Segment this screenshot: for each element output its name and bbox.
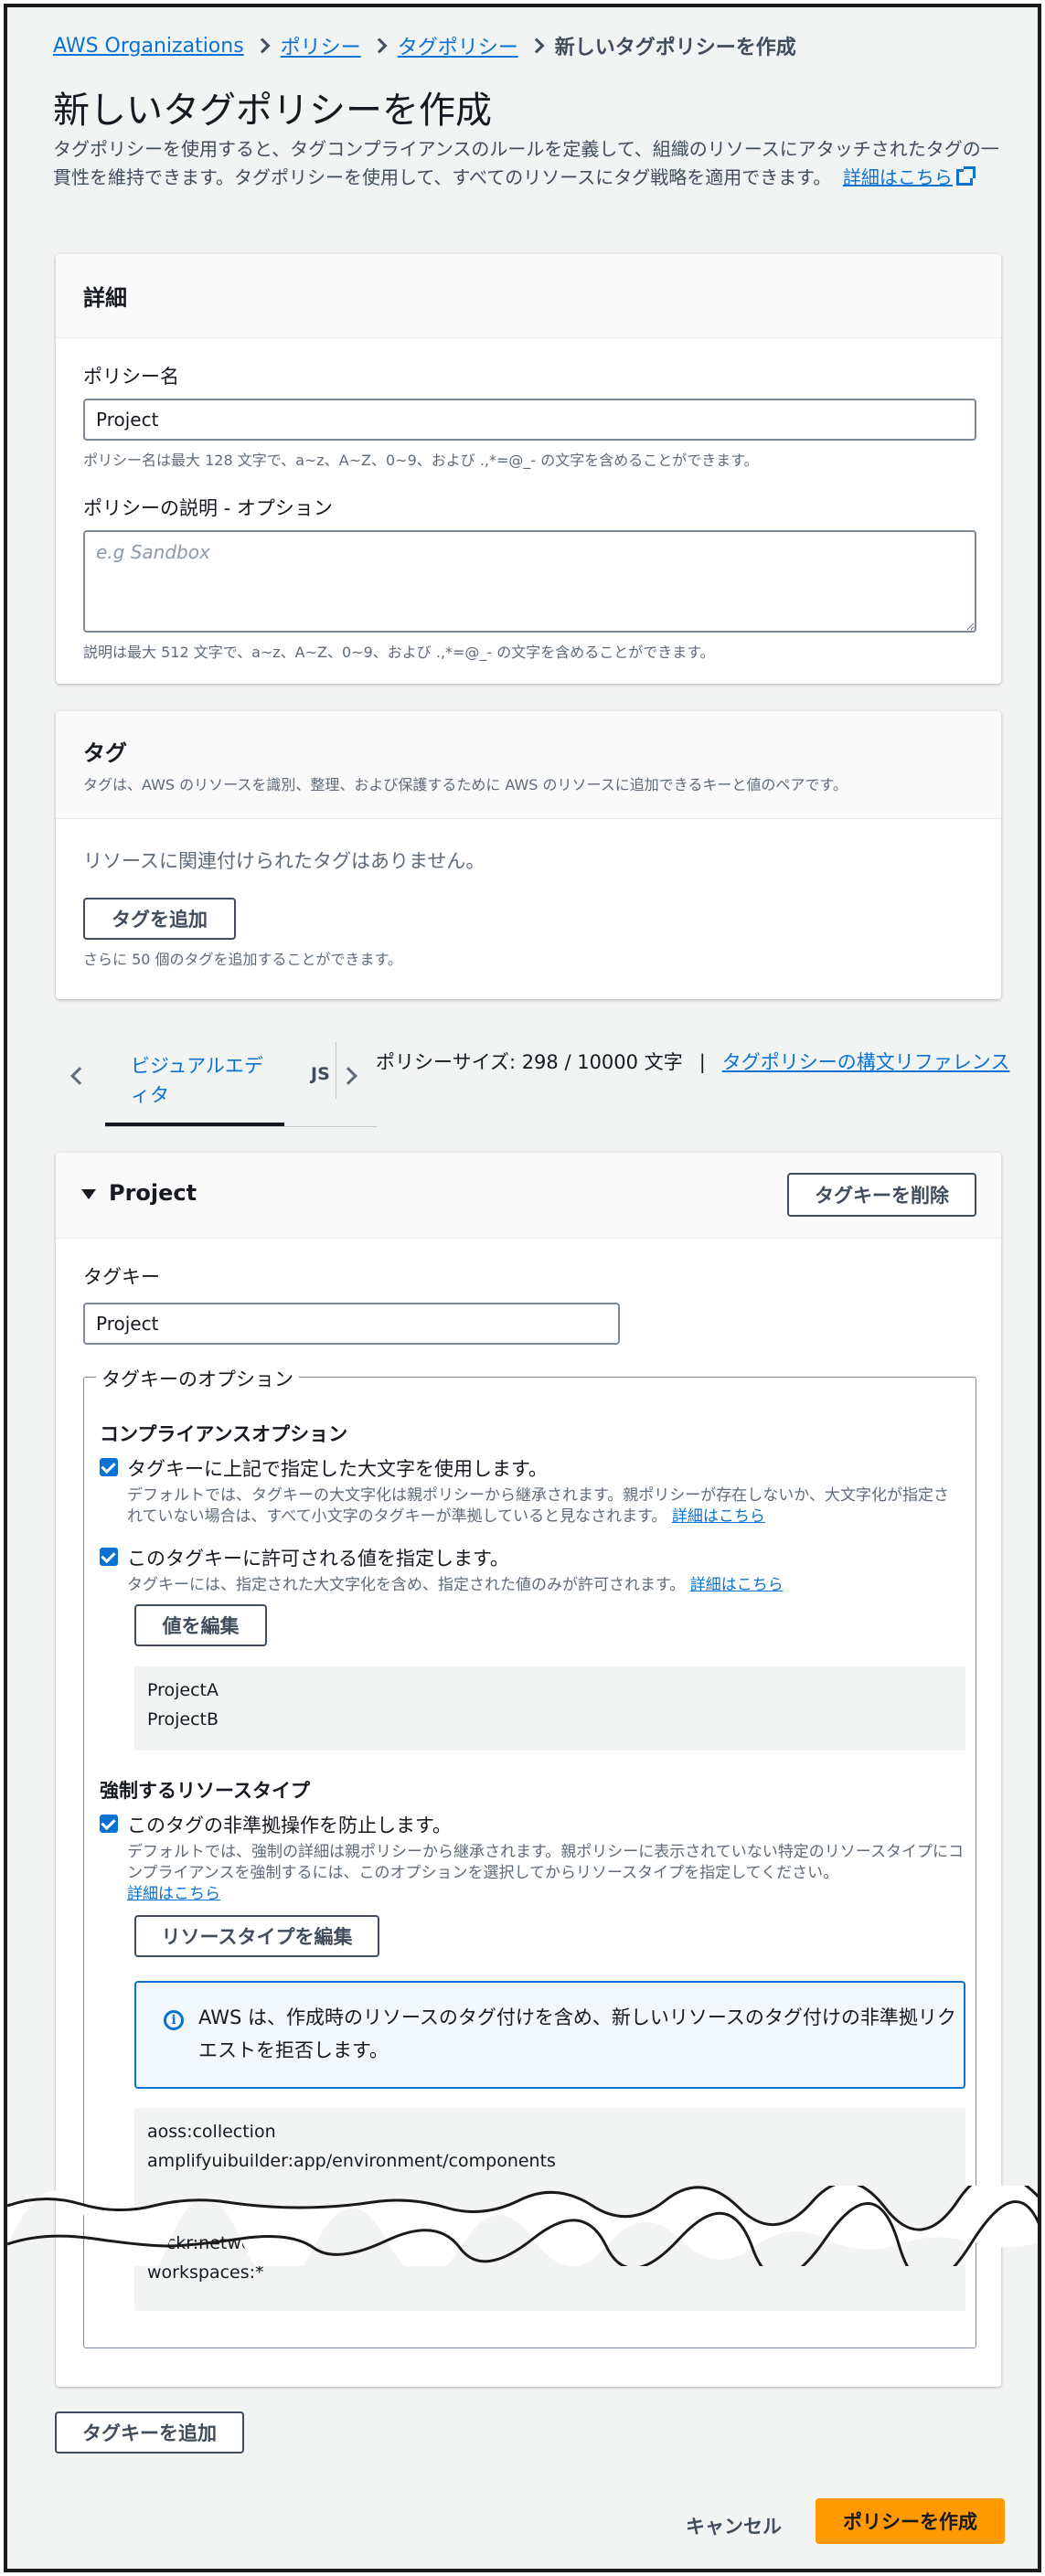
allowed-value: ProjectA	[147, 1680, 219, 1700]
chevron-left-icon[interactable]	[70, 1067, 89, 1085]
details-title: 詳細	[83, 285, 127, 311]
policy-size: ポリシーサイズ: 298 / 10000 文字 | タグポリシーの構文リファレンス	[376, 1048, 1009, 1075]
use-capitalization-checkbox[interactable]	[100, 1458, 118, 1476]
allowed-values-box: ProjectA ProjectB	[134, 1666, 965, 1751]
tags-panel: タグ タグは、AWS のリソースを識別、整理、および保護するために AWS のリ…	[56, 711, 1001, 999]
chevron-right-icon[interactable]	[339, 1067, 357, 1085]
policy-name-label: ポリシー名	[83, 366, 179, 388]
page-title: 新しいタグポリシーを作成	[53, 90, 492, 132]
chevron-right-icon	[528, 37, 545, 54]
syntax-reference-link[interactable]: タグポリシーの構文リファレンス	[722, 1051, 1010, 1073]
page-description: タグポリシーを使用すると、タグコンプライアンスのルールを定義して、組織のリソース…	[53, 135, 1004, 192]
torn-edge-separator	[7, 2186, 1038, 2266]
allowed-value: ProjectB	[147, 1709, 219, 1730]
prevent-noncompliant-label[interactable]: このタグの非準拠操作を防止します。	[127, 1811, 452, 1838]
external-link-icon	[955, 166, 976, 186]
tagkey-header: Project タグキーを削除	[56, 1153, 1001, 1239]
allowed-values-desc: タグキーには、指定された大文字化を含め、指定された値のみが許可されます。 詳細は…	[127, 1575, 964, 1596]
policy-description-input[interactable]	[83, 530, 976, 633]
policy-description-hint: 説明は最大 512 文字で、a~z、A~Z、0~9、および .,*=@_- の文…	[83, 644, 715, 661]
prevent-noncompliant-checkbox[interactable]	[100, 1815, 118, 1833]
policy-size-text: ポリシーサイズ: 298 / 10000 文字	[376, 1051, 683, 1073]
use-capitalization-label[interactable]: タグキーに上記で指定した大文字を使用します。	[127, 1454, 548, 1482]
enforce-resource-types-title: 強制するリソースタイプ	[100, 1780, 310, 1802]
caret-down-icon[interactable]	[81, 1189, 96, 1199]
policy-name-hint: ポリシー名は最大 128 文字で、a~z、A~Z、0~9、および .,*=@_-…	[83, 452, 759, 469]
browser-frame: AWS Organizations ポリシー タグポリシー 新しいタグポリシーを…	[4, 4, 1041, 2572]
tagkey-label: タグキー	[83, 1266, 160, 1288]
info-icon: i	[164, 2010, 184, 2030]
tab-visual-editor[interactable]: ビジュアルエディタ	[105, 1042, 284, 1126]
learn-more-link[interactable]: 詳細はこちら	[843, 166, 953, 188]
remove-tagkey-button[interactable]: タグキーを削除	[787, 1173, 976, 1217]
chevron-right-icon	[371, 37, 388, 54]
chevron-right-icon	[254, 37, 271, 54]
info-alert-text: AWS は、作成時のリソースのタグ付けを含め、新しいリソースのタグ付けの非準拠リ…	[198, 2007, 956, 2061]
edit-resource-types-button[interactable]: リソースタイプを編集	[134, 1915, 379, 1957]
tab-visual-editor-label: ビジュアルエディタ	[131, 1055, 263, 1106]
prevent-noncompliant-learn-more[interactable]: 詳細はこちら	[127, 1885, 220, 1903]
details-header: 詳細	[56, 254, 1001, 338]
size-separator: |	[698, 1051, 706, 1073]
info-alert: i AWS は、作成時のリソースのタグ付けを含め、新しいリソースのタグ付けの非準…	[134, 1981, 965, 2089]
tags-empty-text: リソースに関連付けられたタグはありません。	[83, 850, 485, 872]
add-tagkey-button[interactable]: タグキーを追加	[55, 2411, 244, 2454]
tagkey-input[interactable]	[83, 1303, 620, 1345]
breadcrumb: AWS Organizations ポリシー タグポリシー 新しいタグポリシーを…	[53, 31, 796, 60]
add-tag-button[interactable]: タグを追加	[83, 898, 236, 940]
tagkey-options-legend: タグキーのオプション	[96, 1365, 299, 1392]
create-policy-button[interactable]: ポリシーを作成	[816, 2498, 1005, 2544]
prevent-noncompliant-desc: デフォルトでは、強制の詳細は親ポリシーから継承されます。親ポリシーに表示されてい…	[127, 1842, 964, 1905]
tab-underline	[105, 1126, 377, 1127]
allowed-values-learn-more[interactable]: 詳細はこちら	[690, 1576, 784, 1594]
use-capitalization-desc-text: デフォルトでは、タグキーの大文字化は親ポリシーから継承されます。親ポリシーが存在…	[127, 1486, 949, 1526]
allowed-values-checkbox[interactable]	[100, 1548, 118, 1566]
compliance-options-title: コンプライアンスオプション	[100, 1423, 348, 1445]
policy-name-input[interactable]	[83, 399, 976, 441]
tab-json[interactable]: JS	[311, 1064, 330, 1084]
tags-header: タグ タグは、AWS のリソースを識別、整理、および保護するために AWS のリ…	[56, 711, 1001, 819]
resource-type: aoss:collection	[147, 2122, 276, 2142]
use-capitalization-desc: デフォルトでは、タグキーの大文字化は親ポリシーから継承されます。親ポリシーが存在…	[127, 1485, 964, 1528]
allowed-values-label[interactable]: このタグキーに許可される値を指定します。	[127, 1544, 509, 1571]
allowed-values-desc-text: タグキーには、指定された大文字化を含め、指定された値のみが許可されます。	[127, 1576, 686, 1594]
breadcrumb-current: 新しいタグポリシーを作成	[554, 37, 796, 59]
tagkey-title[interactable]: Project	[109, 1180, 197, 1206]
details-panel: 詳細 ポリシー名 ポリシー名は最大 128 文字で、a~z、A~Z、0~9、およ…	[56, 254, 1001, 684]
tags-limit-hint: さらに 50 個のタグを追加することができます。	[83, 951, 402, 968]
breadcrumb-tag-policies[interactable]: タグポリシー	[398, 31, 518, 60]
prevent-noncompliant-desc-text: デフォルトでは、強制の詳細は親ポリシーから継承されます。親ポリシーに表示されてい…	[127, 1843, 964, 1882]
breadcrumb-policies[interactable]: ポリシー	[281, 31, 361, 60]
resource-type: amplifyuibuilder:app/environment/compone…	[147, 2151, 556, 2171]
breadcrumb-organizations[interactable]: AWS Organizations	[53, 35, 244, 58]
tags-title: タグ	[83, 740, 127, 766]
cancel-button[interactable]: キャンセル	[686, 2512, 782, 2539]
tags-subtitle: タグは、AWS のリソースを識別、整理、および保護するために AWS のリソース…	[83, 776, 848, 793]
policy-description-label: ポリシーの説明 - オプション	[83, 497, 333, 519]
edit-values-button[interactable]: 値を編集	[134, 1604, 267, 1646]
use-capitalization-learn-more[interactable]: 詳細はこちら	[672, 1507, 765, 1526]
